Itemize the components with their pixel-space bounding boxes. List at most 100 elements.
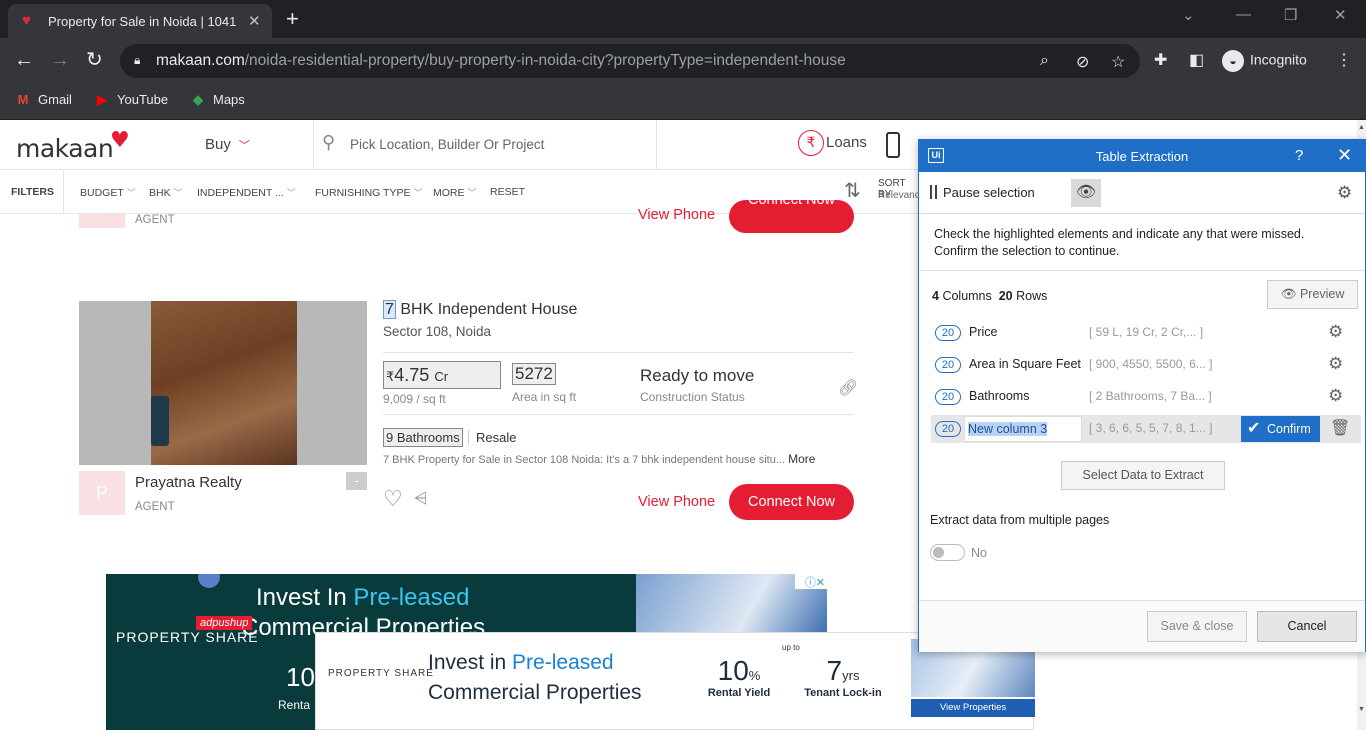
loans-icon: ₹ [798,130,824,156]
new-tab-icon[interactable]: + [286,6,299,32]
scroll-up-icon[interactable]: ▲ [1358,124,1365,131]
window-close-icon[interactable]: ✕ [1334,6,1347,24]
bookmark-gmail[interactable]: M Gmail [14,92,72,107]
confirm-button[interactable]: ✔ Confirm [1241,416,1320,442]
help-icon[interactable]: ? [1295,147,1303,164]
url-text: makaan.com/noida-residential-property/bu… [156,52,846,69]
browser-tab[interactable]: ♥ Property for Sale in Noida | 1041 ✕ [8,4,272,38]
property-photo [151,301,297,465]
extensions-icon[interactable]: ✚ [1154,50,1167,70]
address-bar[interactable]: 🔒︎ makaan.com/noida-residential-property… [120,44,1140,78]
side-panel-icon[interactable]: ◧ [1189,50,1204,70]
phone-download-icon[interactable] [886,132,900,158]
ad2-brand: PROPERTY SHARE [328,668,434,679]
pause-icon [930,185,937,199]
ad1-headline: Invest In Pre-leased [256,584,470,611]
property-title[interactable]: 7 BHK Independent House [383,300,577,319]
property-price: ₹4.75 Cr [383,361,501,389]
bookmark-star-icon[interactable]: ☆ [1111,52,1125,72]
loans-link[interactable]: ₹ Loans [798,130,867,156]
view-phone-link[interactable]: View Phone [638,494,715,510]
ad1-stat-label: Renta [278,698,311,712]
back-icon[interactable]: ← [14,48,34,72]
chevron-down-icon: ﹀ [238,140,250,152]
lock-icon[interactable]: 🔒︎ [134,53,140,68]
location-search[interactable]: ⚲ Pick Location, Builder Or Project [313,120,657,170]
tab-close-icon[interactable]: ✕ [248,12,261,30]
restore-icon[interactable]: ❐ [1284,6,1297,24]
dialog-title-bar[interactable]: Ui Table Extraction ? ✕ [919,140,1365,172]
more-link[interactable]: More [788,452,815,466]
tracking-blocked-icon[interactable]: ⊘ [1076,52,1089,72]
buy-dropdown[interactable]: Buy ﹀ [205,136,250,153]
ad-close-icon[interactable]: ⓘ✕ [795,574,827,589]
settings-gear-icon[interactable]: ⚙ [1337,183,1352,203]
incognito-indicator[interactable]: ◒ Incognito [1222,50,1307,72]
connect-now-button[interactable]: Connect Now [729,484,854,520]
view-properties-button[interactable]: View Properties [911,699,1035,717]
zoom-search-icon[interactable]: ⌕ [1040,52,1049,70]
instructions-text: Check the highlighted elements and indic… [934,227,1305,258]
bookmark-youtube[interactable]: ▶ YouTube [93,92,168,108]
share-icon[interactable]: ⩤ [414,489,428,509]
browser-toolbar: ← → ↻ 🔒︎ makaan.com/noida-residential-pr… [0,38,1366,84]
forward-icon[interactable]: → [50,48,70,72]
browser-tab-bar: ♥ Property for Sale in Noida | 1041 ✕ + … [0,0,1366,38]
tab-search-icon[interactable]: ⌄ [1182,6,1195,24]
column-name-input[interactable]: New column 3 [964,416,1082,442]
reload-icon[interactable]: ↻ [86,48,103,72]
column-count-badge: 20 [935,421,961,437]
column-row-bathrooms[interactable]: 20 Bathrooms [ 2 Bathrooms, 7 Ba... ] ⚙ [931,383,1361,411]
multi-page-toggle[interactable] [930,544,965,561]
filters-button[interactable]: FILTERS [0,170,64,214]
scroll-down-icon[interactable]: ▼ [1358,706,1365,713]
column-settings-gear-icon[interactable]: ⚙ [1328,354,1343,374]
search-placeholder: Pick Location, Builder Or Project [350,137,545,152]
column-settings-gear-icon[interactable]: ⚙ [1328,386,1343,406]
highlight-toggle-eye-icon[interactable]: 👁︎ [1071,179,1101,207]
incognito-icon: ◒ [1222,50,1244,72]
chevron-down-icon: ﹀ [126,188,136,198]
filter-property-type[interactable]: INDEPENDENT ... ﹀ [197,186,296,199]
preview-button[interactable]: 👁︎ Preview [1267,280,1358,309]
prev-connect-button[interactable]: Connect Now [729,200,854,233]
prev-agent-role: AGENT [135,214,175,226]
property-image[interactable] [79,301,367,465]
select-data-button[interactable]: Select Data to Extract [1061,461,1225,490]
multi-page-label: Extract data from multiple pages [930,513,1110,527]
property-location: Sector 108, Noida [383,324,492,339]
cancel-button[interactable]: Cancel [1257,611,1357,642]
agent-avatar: P [79,471,125,515]
adpushup-tag: adpushup [196,616,253,630]
link-icon[interactable]: 🔗︎ [838,378,858,398]
column-sample: [ 900, 4550, 5500, 6... ] [1089,357,1213,371]
column-row-price[interactable]: 20 Price [ 59 L, 19 Cr, 2 Cr,... ] ⚙ [931,319,1361,347]
agent-name[interactable]: Prayatna Realty [135,474,242,491]
column-row-new[interactable]: 20 New column 3 [ 3, 6, 6, 5, 5, 7, 8, 1… [931,415,1361,443]
minimize-icon[interactable]: — [1236,6,1251,23]
delete-trash-icon[interactable]: 🗑︎ [1330,418,1350,438]
column-settings-gear-icon[interactable]: ⚙ [1328,322,1343,342]
menu-icon[interactable]: ⋮ [1336,50,1352,70]
filter-more[interactable]: MORE ﹀ [433,186,477,199]
ad2-subheadline: Commercial Properties [428,681,642,704]
collapse-icon[interactable]: - [346,472,367,490]
favorite-heart-icon[interactable]: ♡ [383,486,403,512]
makaan-logo[interactable]: makaan ♥ [16,128,130,163]
bookmark-maps[interactable]: ◆ Maps [189,92,245,108]
filter-furnishing[interactable]: FURNISHING TYPE ﹀ [315,186,423,199]
filter-reset[interactable]: RESET [490,186,525,198]
filter-bhk[interactable]: BHK ﹀ [149,186,183,199]
photo-object [151,396,169,446]
column-row-area[interactable]: 20 Area in Square Feet [ 900, 4550, 5500… [931,351,1361,379]
makaan-favicon-icon: ♥ [22,12,31,29]
ad-decor [198,574,220,588]
pause-selection-button[interactable]: Pause selection [930,185,1035,200]
column-count-badge: 20 [935,325,961,341]
filter-budget[interactable]: BUDGET ﹀ [80,186,136,199]
agent-role: AGENT [135,501,175,513]
prev-view-phone[interactable]: View Phone [638,207,715,219]
dialog-close-icon[interactable]: ✕ [1337,145,1352,166]
save-close-button[interactable]: Save & close [1147,611,1247,642]
ad2-stat-yield: 10% Rental Yield [707,655,771,699]
